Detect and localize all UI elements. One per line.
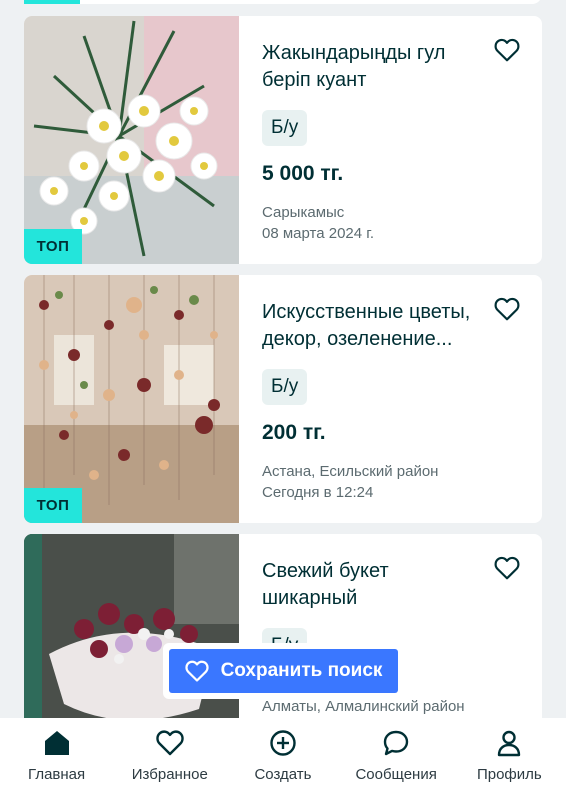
top-badge: ТОП	[24, 488, 82, 523]
top-badge: ТОП	[24, 229, 82, 264]
favorite-heart-icon[interactable]	[494, 38, 520, 62]
listing-meta: Сарыкамыс 08 марта 2024 г.	[262, 202, 542, 244]
listing-location: Алматы, Алмалинский район	[262, 698, 465, 715]
listing-info: Жакындарыңды гул беріп куант Б/у 5 000 т…	[262, 40, 542, 244]
home-icon	[44, 731, 69, 755]
heart-icon	[156, 730, 184, 756]
listing-feed[interactable]: ТОП Жакындарыңды гул беріп куант Б/у 5 0…	[0, 0, 566, 718]
nav-item-profile[interactable]: Профиль	[457, 728, 562, 783]
hanging-flowers-photo-graphic	[24, 275, 239, 523]
favorite-heart-icon[interactable]	[494, 556, 520, 580]
nav-item-label: Сообщения	[355, 766, 437, 783]
nav-item-label: Главная	[28, 766, 86, 783]
listing-title[interactable]: Жакындарыңды гул беріп куант	[262, 40, 482, 94]
save-search-button-inner[interactable]: Сохранить поиск	[169, 649, 398, 693]
listing-title[interactable]: Свежий букет шикарный	[262, 558, 482, 612]
chat-icon	[383, 730, 409, 756]
previous-listing-card[interactable]	[24, 0, 542, 4]
listing-title[interactable]: Искусственные цветы, декор, озеленение..…	[262, 299, 482, 353]
user-icon	[498, 730, 521, 757]
nav-item-messages[interactable]: Сообщения	[344, 728, 449, 783]
listing-location: Астана, Есильский район	[262, 463, 439, 480]
plus-circle-icon	[270, 730, 296, 756]
save-search-label: Сохранить поиск	[220, 660, 383, 681]
nav-item-home[interactable]: Главная	[4, 728, 109, 783]
save-search-button[interactable]: Сохранить поиск	[163, 643, 404, 699]
listing-price: 200 тг.	[262, 421, 326, 444]
listing-photo[interactable]: ТОП	[24, 16, 239, 264]
listing-info: Искусственные цветы, декор, озеленение..…	[262, 299, 542, 503]
previous-listing-badge	[24, 0, 80, 4]
heart-icon	[184, 660, 209, 682]
listing-photo[interactable]: ТОП	[24, 275, 239, 523]
nav-item-create[interactable]: Создать	[230, 728, 335, 783]
bottom-navigation: Главная Избранное Создать Сообщения Проф…	[0, 718, 566, 800]
listing-date: 08 марта 2024 г.	[262, 225, 375, 242]
listing-meta: Астана, Есильский район Сегодня в 12:24	[262, 461, 542, 503]
favorite-heart-icon[interactable]	[494, 297, 520, 321]
nav-item-favorites[interactable]: Избранное	[117, 728, 222, 783]
listing-location: Сарыкамыс	[262, 204, 345, 221]
listing-date: Сегодня в 12:24	[262, 484, 374, 501]
nav-item-label: Избранное	[131, 766, 208, 783]
nav-item-label: Профиль	[476, 766, 542, 783]
listing-meta: Алматы, Алмалинский район	[262, 696, 542, 717]
listing-price: 5 000 тг.	[262, 162, 344, 185]
condition-tag: Б/у	[262, 369, 308, 405]
listing-card[interactable]: ТОП Искусственные цветы, декор, озеленен…	[24, 275, 542, 523]
listing-card[interactable]: ТОП Жакындарыңды гул беріп куант Б/у 5 0…	[24, 16, 542, 264]
condition-tag: Б/у	[262, 110, 308, 146]
nav-item-label: Создать	[254, 766, 312, 783]
daisies-photo-graphic	[24, 16, 239, 264]
